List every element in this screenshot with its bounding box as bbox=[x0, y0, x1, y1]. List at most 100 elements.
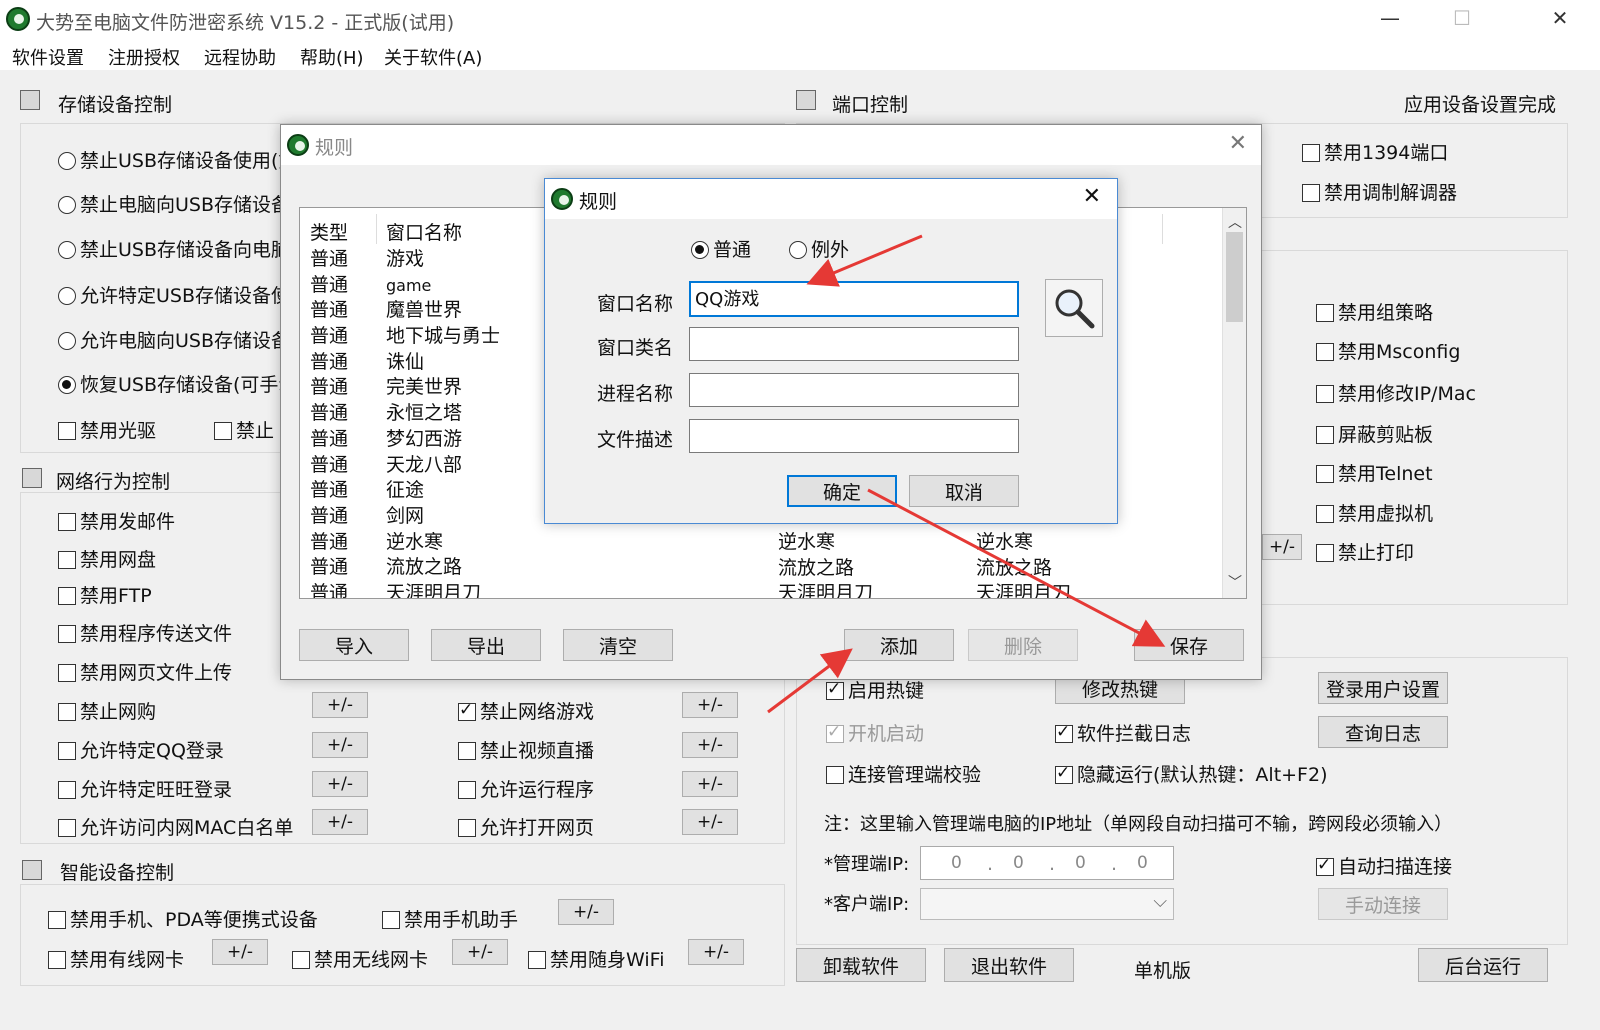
checkbox-checked-icon[interactable] bbox=[1055, 763, 1073, 784]
checkbox-icon[interactable] bbox=[382, 911, 400, 929]
print-plusminus-button[interactable]: +/- bbox=[1262, 534, 1302, 560]
rule-edit-close-icon[interactable]: ✕ bbox=[1083, 184, 1101, 209]
window-name-input[interactable]: QQ游戏 bbox=[689, 281, 1019, 317]
checkbox-icon[interactable] bbox=[1316, 465, 1334, 483]
checkbox-icon[interactable] bbox=[58, 819, 76, 837]
radio-normal[interactable]: 普通 bbox=[691, 235, 751, 262]
checkbox-icon[interactable] bbox=[292, 951, 310, 969]
check-telnet[interactable]: 禁用Telnet bbox=[1316, 459, 1433, 486]
save-button[interactable]: 保存 bbox=[1134, 629, 1244, 661]
radio-icon[interactable] bbox=[789, 241, 807, 259]
scrollbar-thumb[interactable] bbox=[1226, 232, 1243, 322]
menu-registration[interactable]: 注册授权 bbox=[108, 44, 180, 70]
checkbox-icon[interactable] bbox=[58, 742, 76, 760]
network-check-live-video[interactable]: 禁止视频直播 bbox=[458, 736, 594, 763]
network-check-web-upload[interactable]: 禁用网页文件上传 bbox=[58, 658, 232, 685]
smart-check-phone-assistant[interactable]: 禁用手机助手 bbox=[382, 905, 518, 932]
checkbox-icon[interactable] bbox=[48, 951, 66, 969]
checkbox-icon[interactable] bbox=[58, 781, 76, 799]
checkbox-icon[interactable] bbox=[458, 819, 476, 837]
checkbox-checked-icon[interactable] bbox=[826, 722, 844, 743]
smart-check-wired-nic[interactable]: 禁用有线网卡 bbox=[48, 945, 184, 972]
checkbox-checked-icon[interactable] bbox=[826, 679, 844, 700]
check-modify-ip[interactable]: 禁用修改IP/Mac bbox=[1316, 379, 1476, 406]
hidden-run-check[interactable]: 隐藏运行(默认热键：Alt+F2) bbox=[1055, 760, 1328, 787]
radio-selected-icon[interactable] bbox=[58, 376, 76, 394]
checkbox-icon[interactable] bbox=[1316, 505, 1334, 523]
check-group-policy[interactable]: 禁用组策略 bbox=[1316, 298, 1433, 325]
network-check-qq[interactable]: 允许特定QQ登录 bbox=[58, 736, 224, 763]
checkbox-icon[interactable] bbox=[58, 703, 76, 721]
import-button[interactable]: 导入 bbox=[299, 629, 409, 661]
checkbox-icon[interactable] bbox=[1316, 343, 1334, 361]
menu-software-settings[interactable]: 软件设置 bbox=[12, 44, 84, 70]
checkbox-icon[interactable] bbox=[1316, 426, 1334, 444]
network-check-games[interactable]: 禁止网络游戏 bbox=[458, 697, 594, 724]
mac-plusminus-button[interactable]: +/- bbox=[312, 809, 368, 835]
list-scrollbar[interactable]: ︿ ﹀ bbox=[1222, 208, 1246, 598]
checkbox-icon[interactable] bbox=[214, 422, 232, 440]
checkbox-icon[interactable] bbox=[1316, 304, 1334, 322]
disable-cdrom-check[interactable]: 禁用光驱 bbox=[58, 416, 156, 443]
check-msconfig[interactable]: 禁用Msconfig bbox=[1316, 337, 1460, 364]
checkbox-icon[interactable] bbox=[48, 911, 66, 929]
client-ip-combobox[interactable]: ⌵ bbox=[920, 888, 1174, 920]
open-web-plusminus-button[interactable]: +/- bbox=[682, 809, 738, 835]
manual-connect-button[interactable]: 手动连接 bbox=[1318, 888, 1448, 920]
checkbox-icon[interactable] bbox=[58, 513, 76, 531]
network-check-ftp[interactable]: 禁用FTP bbox=[58, 581, 152, 608]
port-check-1394[interactable]: 禁用1394端口 bbox=[1302, 138, 1448, 165]
storage-option-6[interactable]: 恢复USB存储设备(可手动 bbox=[58, 370, 297, 397]
checkbox-icon[interactable] bbox=[528, 951, 546, 969]
storage-option-5[interactable]: 允许电脑向USB存储设备 bbox=[58, 326, 290, 353]
checkbox-icon[interactable] bbox=[1316, 385, 1334, 403]
background-run-button[interactable]: 后台运行 bbox=[1418, 948, 1548, 982]
network-check-wangwang[interactable]: 允许特定旺旺登录 bbox=[58, 775, 232, 802]
wireless-nic-plusminus-button[interactable]: +/- bbox=[452, 939, 508, 965]
add-button[interactable]: 添加 bbox=[844, 629, 954, 661]
network-check-email[interactable]: 禁用发邮件 bbox=[58, 507, 175, 534]
wangwang-plusminus-button[interactable]: +/- bbox=[312, 771, 368, 797]
network-check-program-transfer[interactable]: 禁用程序传送文件 bbox=[58, 619, 232, 646]
network-check-netdisk[interactable]: 禁用网盘 bbox=[58, 545, 156, 572]
menu-about[interactable]: 关于软件(A) bbox=[384, 44, 482, 70]
close-button[interactable]: ✕ bbox=[1540, 6, 1580, 34]
network-check-shopping[interactable]: 禁止网购 bbox=[58, 697, 156, 724]
storage-option-2[interactable]: 禁止电脑向USB存储设备 bbox=[58, 190, 290, 217]
checkbox-checked-icon[interactable] bbox=[1055, 722, 1073, 743]
checkbox-icon[interactable] bbox=[1316, 544, 1334, 562]
checkbox-icon[interactable] bbox=[1302, 144, 1320, 162]
export-button[interactable]: 导出 bbox=[431, 629, 541, 661]
checkbox-icon[interactable] bbox=[58, 587, 76, 605]
menu-remote-assist[interactable]: 远程协助 bbox=[204, 44, 276, 70]
network-check-run-program[interactable]: 允许运行程序 bbox=[458, 775, 594, 802]
check-print[interactable]: 禁止打印 bbox=[1316, 538, 1414, 565]
checkbox-icon[interactable] bbox=[458, 781, 476, 799]
radio-selected-icon[interactable] bbox=[691, 241, 709, 259]
autostart-check[interactable]: 开机启动 bbox=[826, 719, 924, 746]
radio-exception[interactable]: 例外 bbox=[789, 235, 849, 262]
radio-icon[interactable] bbox=[58, 241, 76, 259]
run-program-plusminus-button[interactable]: +/- bbox=[682, 771, 738, 797]
check-virtual-machine[interactable]: 禁用虚拟机 bbox=[1316, 499, 1433, 526]
portable-wifi-plusminus-button[interactable]: +/- bbox=[688, 939, 744, 965]
checkbox-checked-icon[interactable] bbox=[1316, 855, 1334, 876]
checkbox-icon[interactable] bbox=[58, 664, 76, 682]
scroll-up-icon[interactable]: ︿ bbox=[1228, 212, 1242, 232]
radio-icon[interactable] bbox=[58, 196, 76, 214]
storage-option-3[interactable]: 禁止USB存储设备向电脑 bbox=[58, 235, 290, 262]
file-desc-input[interactable] bbox=[689, 419, 1019, 453]
hotkey-enable-check[interactable]: 启用热键 bbox=[826, 676, 924, 703]
port-check-modem[interactable]: 禁用调制解调器 bbox=[1302, 178, 1457, 205]
qq-plusminus-button[interactable]: +/- bbox=[312, 732, 368, 758]
disable-other-check[interactable]: 禁止 bbox=[214, 416, 274, 443]
storage-option-1[interactable]: 禁止USB存储设备使用(如 bbox=[58, 146, 297, 173]
ok-button[interactable]: 确定 bbox=[787, 475, 897, 507]
network-check-mac-whitelist[interactable]: 允许访问内网MAC白名单 bbox=[58, 813, 293, 840]
query-log-button[interactable]: 查询日志 bbox=[1318, 716, 1448, 748]
storage-option-4[interactable]: 允许特定USB存储设备使 bbox=[58, 281, 290, 308]
process-name-input[interactable] bbox=[689, 373, 1019, 407]
live-plusminus-button[interactable]: +/- bbox=[682, 732, 738, 758]
check-clipboard[interactable]: 屏蔽剪贴板 bbox=[1316, 420, 1433, 447]
delete-button[interactable]: 删除 bbox=[968, 629, 1078, 661]
